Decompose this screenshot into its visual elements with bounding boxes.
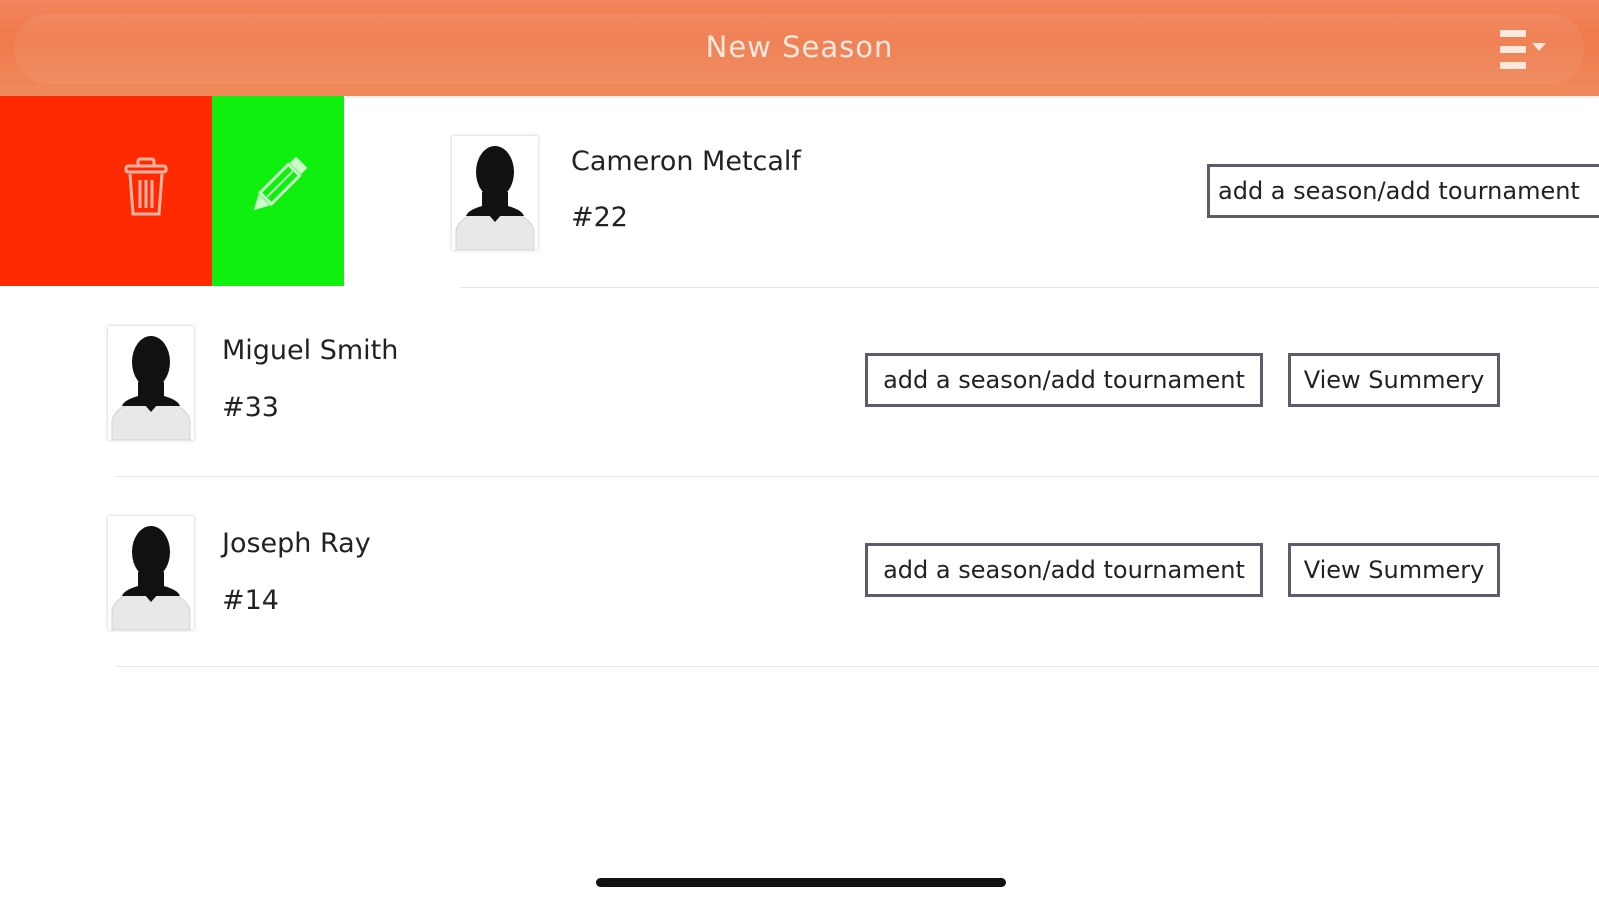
player-number: #22: [571, 202, 628, 233]
delete-player-button[interactable]: [0, 96, 212, 286]
view-summary-button[interactable]: View Summery: [1288, 353, 1500, 407]
add-season-tournament-button[interactable]: add a season/add tournament: [1207, 164, 1599, 218]
app-screen: New Season Cameron Metcalf #22 add a sea…: [0, 0, 1599, 900]
add-season-tournament-button[interactable]: add a season/add tournament: [865, 543, 1263, 597]
silhouette-icon: [455, 146, 535, 251]
player-avatar: [452, 136, 538, 251]
player-number: #33: [222, 392, 279, 423]
player-avatar: [108, 516, 194, 631]
edit-player-button[interactable]: [212, 96, 344, 286]
player-name: Miguel Smith: [222, 335, 399, 366]
player-number: #14: [222, 585, 279, 616]
view-summary-button[interactable]: View Summery: [1288, 543, 1500, 597]
row-divider: [116, 476, 1599, 477]
player-name: Joseph Ray: [222, 528, 371, 559]
player-avatar: [108, 326, 194, 441]
trash-icon: [124, 157, 168, 216]
pencil-icon: [253, 156, 308, 211]
player-name: Cameron Metcalf: [571, 146, 801, 177]
silhouette-icon: [111, 526, 191, 631]
navigation-bar: New Season: [0, 0, 1599, 96]
menu-button[interactable]: [1490, 26, 1552, 74]
row-divider: [116, 666, 1599, 667]
page-title: New Season: [705, 30, 894, 64]
silhouette-icon: [111, 336, 191, 441]
add-season-tournament-button[interactable]: add a season/add tournament: [865, 353, 1263, 407]
row-divider: [460, 287, 1599, 288]
home-indicator[interactable]: [596, 878, 1006, 887]
